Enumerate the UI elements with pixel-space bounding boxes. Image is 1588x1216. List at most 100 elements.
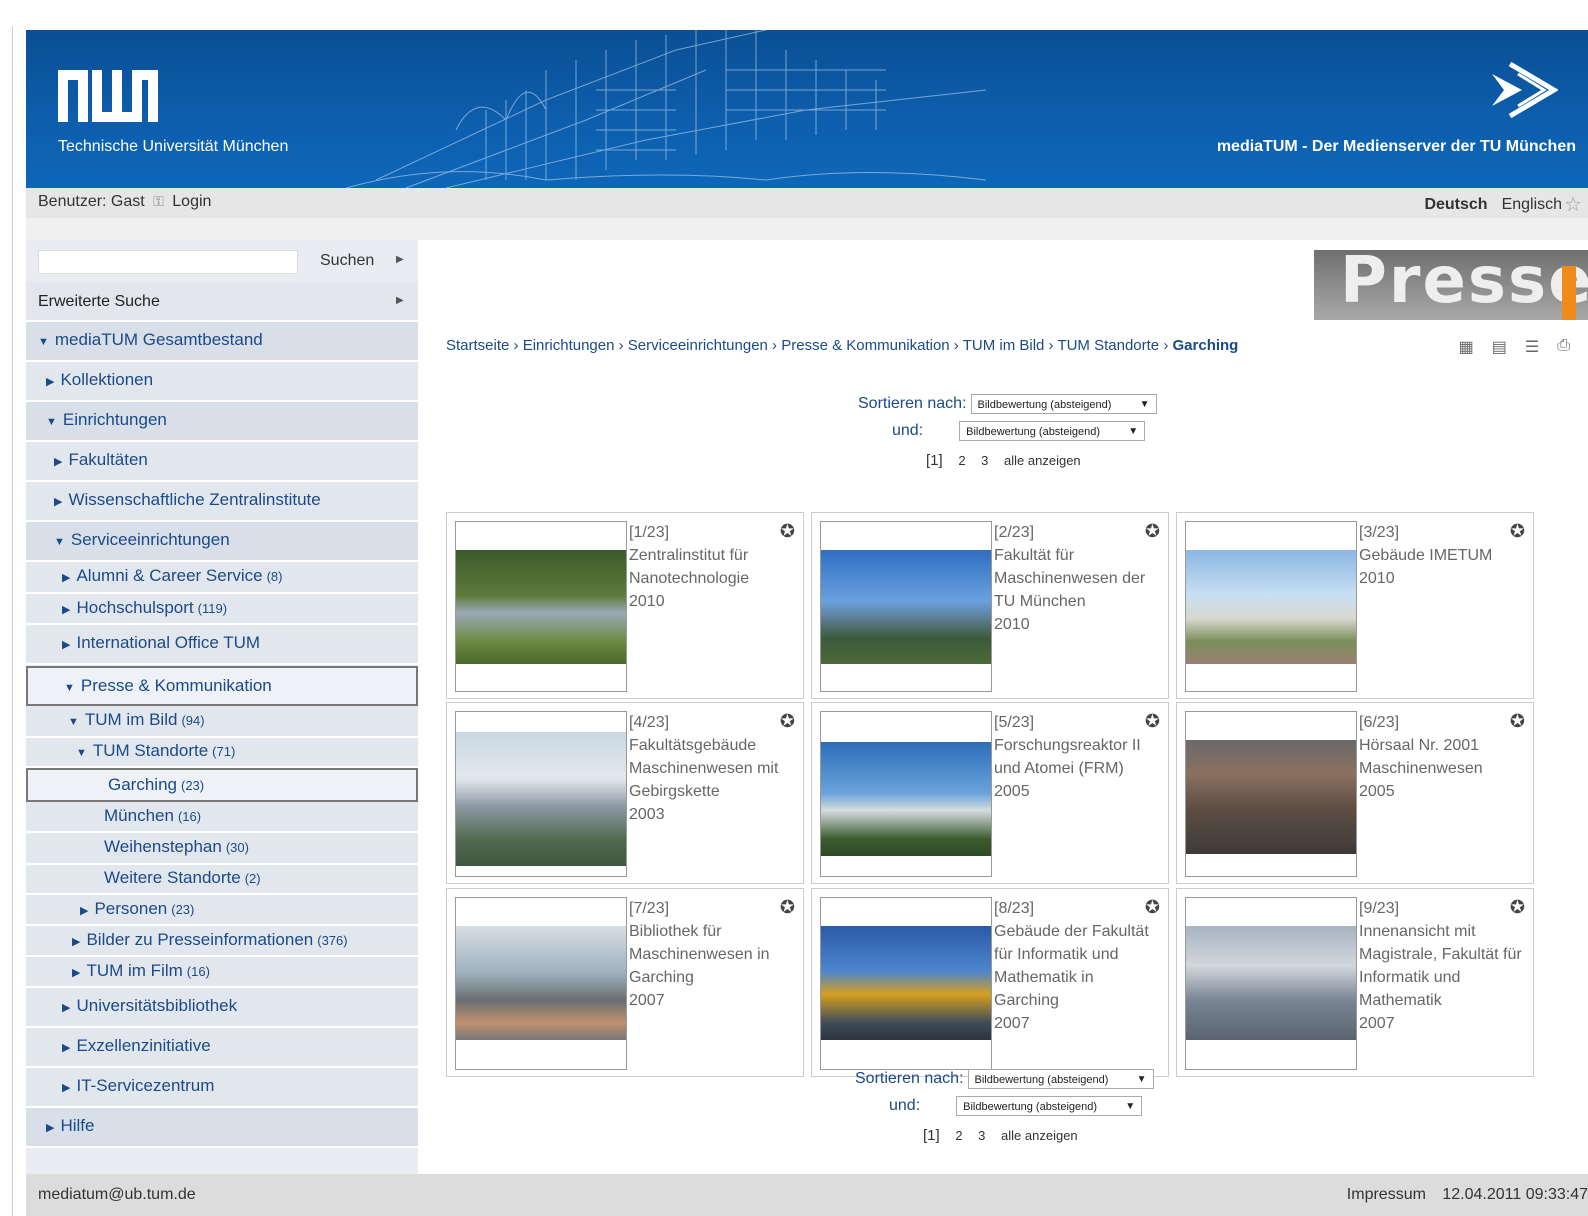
collapsed-triangle-icon[interactable]: ▶ (72, 967, 80, 979)
sidebar-item-hochschulsport[interactable]: ▶ Hochschulsport (119) (26, 594, 418, 625)
collapsed-triangle-icon[interactable]: ▶ (62, 639, 70, 651)
result-title[interactable]: Fakultät für Maschinenwesen der TU Münch… (994, 544, 1162, 613)
result-thumbnail[interactable] (820, 897, 992, 1070)
sidebar-item-münchen[interactable]: München (16) (26, 802, 418, 833)
expanded-triangle-icon[interactable]: ▼ (38, 336, 49, 348)
sidebar-item-presse-kommunikation[interactable]: ▼ Presse & Kommunikation (26, 666, 418, 706)
sidebar-item-kollektionen[interactable]: ▶ Kollektionen (26, 362, 418, 402)
expanded-triangle-icon[interactable]: ▼ (68, 716, 79, 728)
tum-logo[interactable] (58, 70, 158, 122)
list-view-icon[interactable]: ☰ (1525, 337, 1539, 357)
result-thumbnail[interactable] (820, 711, 992, 877)
lang-deutsch[interactable]: Deutsch (1424, 196, 1487, 214)
sidebar-item-weitere-standorte[interactable]: Weitere Standorte (2) (26, 865, 418, 895)
sidebar-item-garching[interactable]: Garching (23) (26, 768, 418, 802)
result-thumbnail[interactable] (455, 521, 627, 692)
result-title[interactable]: Fakultätsgebäude Maschinenwesen mit Gebi… (629, 734, 797, 803)
result-card[interactable]: [2/23] Fakultät für Maschinenwesen der TU… (811, 512, 1169, 699)
result-card[interactable]: [7/23] Bibliothek für Maschinenwesen in G… (446, 888, 804, 1077)
result-thumbnail[interactable] (1185, 711, 1357, 877)
grid-view-icon[interactable]: ▦ (1459, 337, 1474, 357)
expanded-triangle-icon[interactable]: ▼ (54, 536, 65, 548)
pin-icon[interactable]: ✪ (780, 897, 795, 918)
page-2-link[interactable]: 2 (955, 1128, 962, 1143)
expanded-triangle-icon[interactable]: ▼ (76, 747, 87, 759)
result-card[interactable]: [8/23] Gebäude der Fakultät für Informati… (811, 888, 1169, 1077)
lang-englisch[interactable]: Englisch ☆ (1502, 192, 1582, 217)
pin-icon[interactable]: ✪ (1510, 897, 1525, 918)
result-card[interactable]: [4/23] Fakultätsgebäude Maschinenwesen mi… (446, 702, 804, 884)
sort-select-secondary-bottom[interactable]: Bildbewertung (absteigend) ▼ (956, 1096, 1143, 1116)
result-thumbnail[interactable] (455, 711, 627, 877)
collapsed-triangle-icon[interactable]: ▶ (46, 376, 54, 388)
sort-select-primary-bottom[interactable]: Bildbewertung (absteigend) ▼ (967, 1069, 1154, 1089)
collapsed-triangle-icon[interactable]: ▶ (62, 1002, 70, 1014)
result-card[interactable]: [6/23] Hörsaal Nr. 2001 Maschinenwesen 200… (1176, 702, 1534, 884)
pin-icon[interactable]: ✪ (1145, 521, 1160, 542)
result-card[interactable]: [1/23] Zentralinstitut für Nanotechnologi… (446, 512, 804, 699)
print-icon[interactable]: ⎙ (1557, 337, 1570, 357)
sidebar-item-bilder-zu-presseinformationen[interactable]: ▶ Bilder zu Presseinformationen (376) (26, 926, 418, 957)
breadcrumb-item-tum-standorte[interactable]: TUM Standorte (1057, 337, 1159, 354)
sidebar-item-it-servicezentrum[interactable]: ▶ IT-Servicezentrum (26, 1068, 418, 1108)
search-button[interactable]: Suchen (320, 252, 374, 270)
result-title[interactable]: Hörsaal Nr. 2001 Maschinenwesen (1359, 734, 1527, 780)
result-thumbnail[interactable] (455, 897, 627, 1070)
breadcrumb-item-einrichtungen[interactable]: Einrichtungen (523, 337, 615, 354)
collapsed-triangle-icon[interactable]: ▶ (54, 496, 62, 508)
pin-icon[interactable]: ✪ (1145, 711, 1160, 732)
sidebar-item-international-office-tum[interactable]: ▶ International Office TUM (26, 625, 418, 665)
result-card[interactable]: [5/23] Forschungsreaktor II und Atomei (F… (811, 702, 1169, 884)
sidebar-item-tum-im-film[interactable]: ▶ TUM im Film (16) (26, 957, 418, 988)
sidebar-item-einrichtungen[interactable]: ▼ Einrichtungen (26, 402, 418, 442)
pin-icon[interactable]: ✪ (780, 711, 795, 732)
pin-icon[interactable]: ✪ (1145, 897, 1160, 918)
sidebar-item-exzellenzinitiative[interactable]: ▶ Exzellenzinitiative (26, 1028, 418, 1068)
collapsed-triangle-icon[interactable]: ▶ (80, 905, 88, 917)
search-input[interactable] (38, 250, 298, 274)
result-title[interactable]: Innenansicht mit Magistrale, Fakultät fü… (1359, 920, 1527, 1012)
show-all-link[interactable]: alle anzeigen (1004, 453, 1081, 468)
result-title[interactable]: Gebäude IMETUM (1359, 544, 1527, 567)
sidebar-item-mediatum-gesamtbestand[interactable]: ▼ mediaTUM Gesamtbestand (26, 322, 418, 362)
detail-list-view-icon[interactable]: ▤ (1492, 337, 1507, 357)
result-thumbnail[interactable] (1185, 521, 1357, 692)
login-link[interactable]: Login (172, 193, 211, 210)
sidebar-item-fakultäten[interactable]: ▶ Fakultäten (26, 442, 418, 482)
sort-select-secondary[interactable]: Bildbewertung (absteigend) ▼ (959, 421, 1146, 441)
sidebar-item-personen[interactable]: ▶ Personen (23) (26, 895, 418, 926)
pin-icon[interactable]: ✪ (1510, 711, 1525, 732)
pin-icon[interactable]: ✪ (1510, 521, 1525, 542)
collapsed-triangle-icon[interactable]: ▶ (62, 604, 70, 616)
sidebar-item-tum-im-bild[interactable]: ▼ TUM im Bild (94) (26, 706, 418, 738)
contact-email-link[interactable]: mediatum@ub.tum.de (38, 1186, 196, 1204)
show-all-link[interactable]: alle anzeigen (1001, 1128, 1078, 1143)
mediatum-arrow-logo-icon[interactable] (1488, 60, 1558, 120)
collapsed-triangle-icon[interactable]: ▶ (46, 1122, 54, 1134)
result-card[interactable]: [3/23] Gebäude IMETUM 2010 ✪ (1176, 512, 1534, 699)
sidebar-item-universitätsbibliothek[interactable]: ▶ Universitätsbibliothek (26, 988, 418, 1028)
search-arrow-icon[interactable]: ▶ (396, 254, 404, 265)
page-3-link[interactable]: 3 (978, 1128, 985, 1143)
impressum-link[interactable]: Impressum (1347, 1186, 1426, 1203)
breadcrumb-item-presse[interactable]: Presse & Kommunikation (781, 337, 949, 354)
sidebar-item-wissenschaftliche-zentralinstitute[interactable]: ▶ Wissenschaftliche Zentralinstitute (26, 482, 418, 522)
result-card[interactable]: [9/23] Innenansicht mit Magistrale, Fakul… (1176, 888, 1534, 1077)
collapsed-triangle-icon[interactable]: ▶ (72, 936, 80, 948)
sidebar-item-alumni-career-service[interactable]: ▶ Alumni & Career Service (8) (26, 562, 418, 594)
breadcrumb-item-serviceeinrichtungen[interactable]: Serviceeinrichtungen (628, 337, 768, 354)
collapsed-triangle-icon[interactable]: ▶ (54, 456, 62, 468)
collapsed-triangle-icon[interactable]: ▶ (62, 572, 70, 584)
sort-select-primary[interactable]: Bildbewertung (absteigend) ▼ (970, 394, 1157, 414)
sidebar-item-tum-standorte[interactable]: ▼ TUM Standorte (71) (26, 738, 418, 768)
result-title[interactable]: Zentralinstitut für Nanotechnologie (629, 544, 797, 590)
page-2-link[interactable]: 2 (958, 453, 965, 468)
result-title[interactable]: Bibliothek für Maschinenwesen in Garchin… (629, 920, 797, 989)
page-1-link[interactable]: [1] (923, 1127, 940, 1144)
result-thumbnail[interactable] (1185, 897, 1357, 1070)
collapsed-triangle-icon[interactable]: ▶ (62, 1082, 70, 1094)
pin-icon[interactable]: ✪ (780, 521, 795, 542)
expanded-triangle-icon[interactable]: ▼ (64, 682, 75, 694)
result-title[interactable]: Forschungsreaktor II und Atomei (FRM) (994, 734, 1162, 780)
expanded-triangle-icon[interactable]: ▼ (46, 416, 57, 428)
